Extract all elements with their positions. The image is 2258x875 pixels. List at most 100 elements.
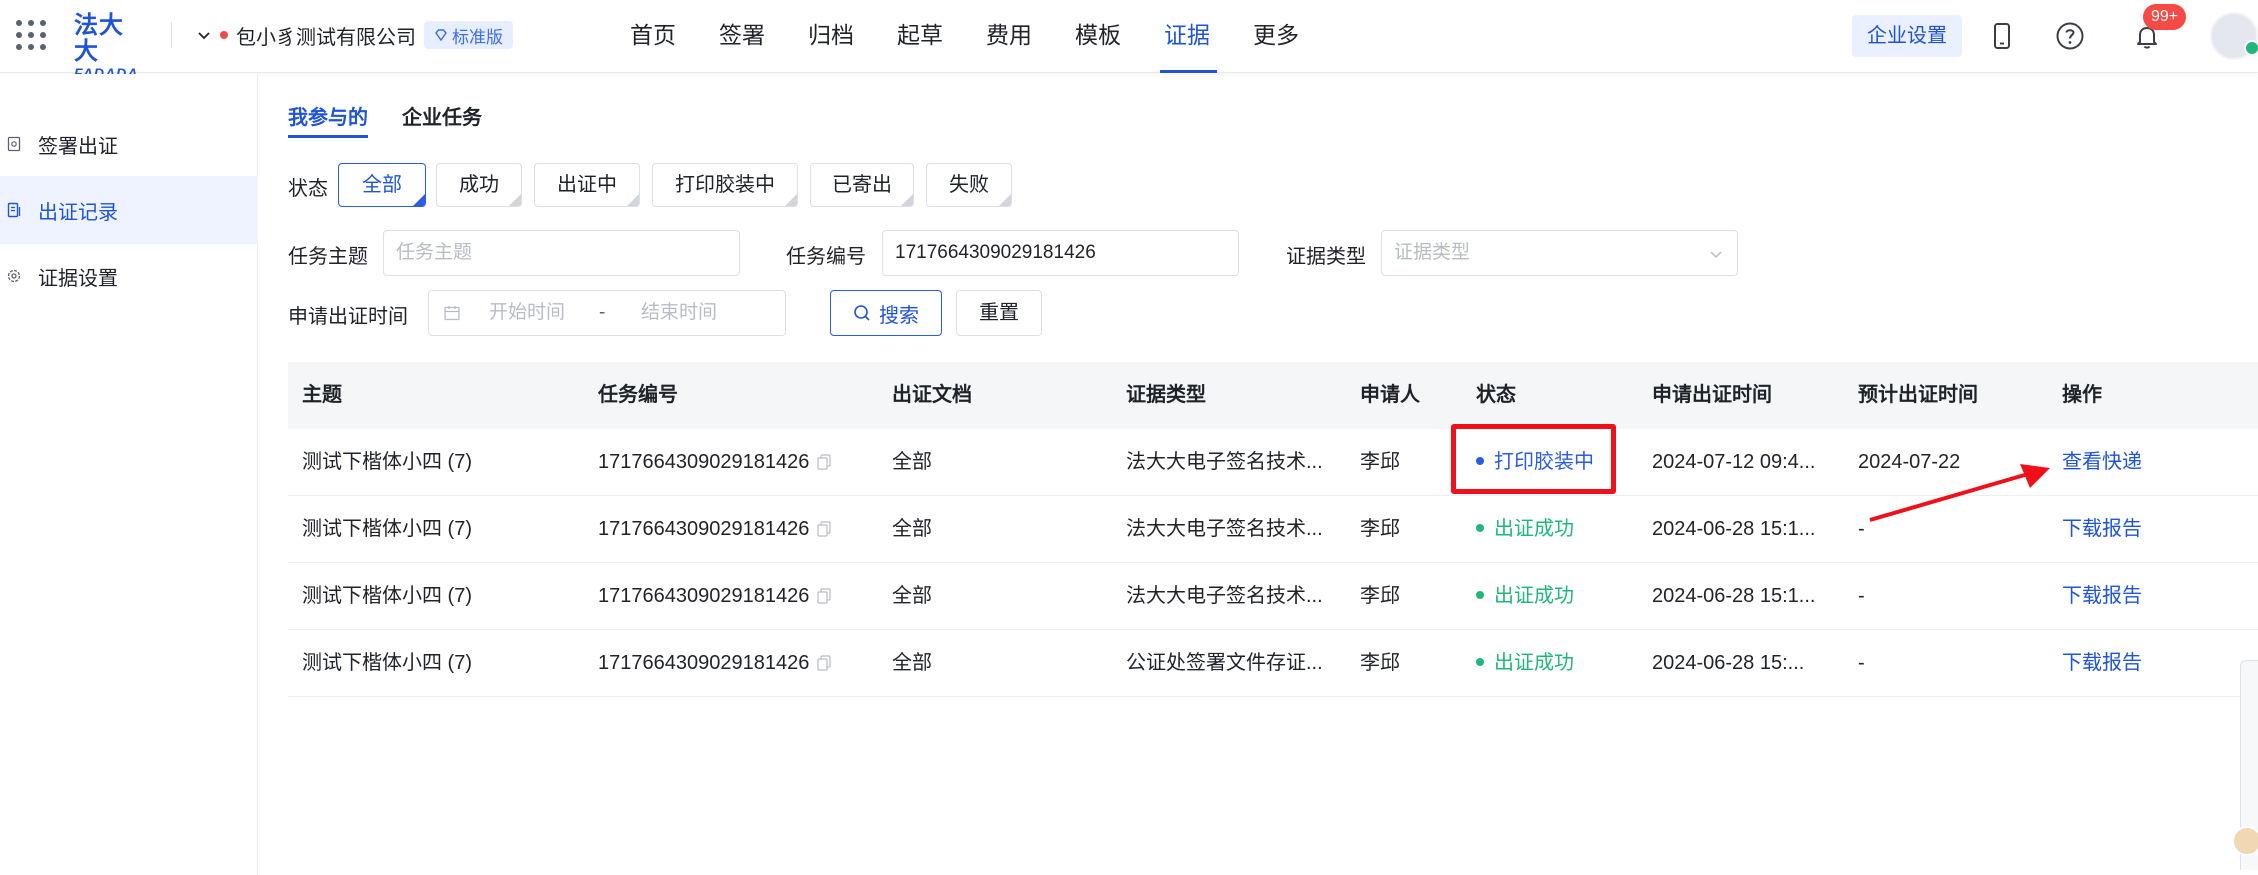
- cell-evidence-type: 法大大电子签名技术...: [1126, 451, 1323, 473]
- cell-applicant: 李邱: [1360, 518, 1400, 540]
- table-row: 测试下楷体小四 (7) 1717664309029181426 全部 公证处签署…: [288, 630, 2258, 697]
- nav-more[interactable]: 更多: [1233, 0, 1322, 73]
- status-text: 打印胶装中: [1494, 451, 1594, 473]
- status-option-success[interactable]: 成功: [436, 163, 522, 207]
- help-icon[interactable]: [2054, 20, 2086, 52]
- sign-cert-icon: [7, 136, 21, 152]
- apply-time-label: 申请出证时间: [288, 306, 408, 328]
- cell-expected-time: -: [1858, 518, 1865, 540]
- mobile-icon[interactable]: [1986, 20, 2018, 52]
- col-document: 出证文档: [892, 384, 972, 406]
- assistant-float-icon[interactable]: [2232, 826, 2258, 856]
- view-express-link[interactable]: 查看快递: [2062, 429, 2142, 495]
- cell-status: 出证成功: [1476, 630, 1574, 696]
- col-task-no: 任务编号: [598, 384, 678, 406]
- cell-document: 全部: [892, 518, 932, 540]
- cell-apply-time: 2024-06-28 15:1...: [1652, 585, 1816, 607]
- sidebar-item-label: 出证记录: [38, 201, 118, 224]
- app-grid-icon[interactable]: [16, 20, 46, 50]
- cell-applicant: 李邱: [1360, 652, 1400, 674]
- download-report-link[interactable]: 下载报告: [2062, 563, 2142, 629]
- status-option-shipped[interactable]: 已寄出: [810, 163, 914, 207]
- calendar-icon: [444, 306, 460, 321]
- copy-icon[interactable]: [817, 454, 831, 470]
- copy-icon[interactable]: [817, 588, 831, 604]
- enterprise-settings-button[interactable]: 企业设置: [1852, 15, 1962, 57]
- tab-participated[interactable]: 我参与的: [288, 96, 368, 142]
- cell-status: 出证成功: [1476, 563, 1574, 629]
- search-button[interactable]: 搜索: [830, 290, 942, 336]
- task-no-text: 1717664309029181426: [598, 652, 810, 674]
- reset-button[interactable]: 重置: [956, 290, 1042, 336]
- cell-status: 打印胶装中: [1476, 429, 1594, 495]
- status-dot: [1476, 524, 1484, 532]
- diamond-icon: [435, 29, 447, 42]
- verified-icon: [2244, 40, 2258, 56]
- col-actions: 操作: [2062, 384, 2102, 406]
- nav-home[interactable]: 首页: [610, 0, 699, 73]
- download-report-link[interactable]: 下载报告: [2062, 630, 2142, 696]
- copy-icon[interactable]: [817, 521, 831, 537]
- cell-subject: 测试下楷体小四 (7): [302, 585, 472, 607]
- col-evidence-type: 证据类型: [1126, 384, 1206, 406]
- col-apply-time: 申请出证时间: [1652, 384, 1772, 406]
- table-header: 主题 任务编号 出证文档 证据类型 申请人 状态 申请出证时间 预计出证时间 操…: [288, 362, 2258, 429]
- logo-text-cn: 法大大: [74, 12, 124, 65]
- copy-icon[interactable]: [817, 655, 831, 671]
- status-option-all[interactable]: 全部: [338, 163, 426, 207]
- chevron-down-icon: [1710, 251, 1722, 259]
- fadada-logo[interactable]: 法大大 FADADA: [74, 13, 148, 82]
- nav-templates[interactable]: 模板: [1055, 0, 1144, 73]
- col-expected-time: 预计出证时间: [1858, 384, 1978, 406]
- col-applicant: 申请人: [1360, 384, 1420, 406]
- status-option-failed[interactable]: 失败: [926, 163, 1012, 207]
- download-report-link[interactable]: 下载报告: [2062, 496, 2142, 562]
- nav-fees[interactable]: 费用: [966, 0, 1055, 73]
- sidebar: 签署出证 出证记录 证据设置: [0, 74, 258, 875]
- nav-sign[interactable]: 签署: [699, 0, 788, 73]
- status-dot: [1476, 591, 1484, 599]
- task-no-input[interactable]: 1717664309029181426: [882, 230, 1239, 276]
- sidebar-item-records[interactable]: 出证记录: [0, 176, 258, 244]
- tab-bar: 我参与的 企业任务: [288, 96, 482, 142]
- cell-apply-time: 2024-06-28 15:...: [1652, 652, 1805, 674]
- notification-badge: 99+: [2143, 4, 2187, 30]
- cell-expected-time: -: [1858, 652, 1865, 674]
- nav-draft[interactable]: 起草: [877, 0, 966, 73]
- table-row: 测试下楷体小四 (7) 1717664309029181426 全部 法大大电子…: [288, 429, 2258, 496]
- tab-enterprise-tasks[interactable]: 企业任务: [402, 96, 482, 142]
- unread-dot: [220, 31, 228, 39]
- end-time-input[interactable]: 结束时间: [641, 291, 717, 335]
- edition-label: 标准版: [452, 27, 503, 47]
- subject-input[interactable]: 任务主题: [383, 230, 740, 276]
- cell-task-no: 1717664309029181426: [598, 630, 831, 696]
- cell-evidence-type: 法大大电子签名技术...: [1126, 518, 1323, 540]
- status-option-binding[interactable]: 打印胶装中: [652, 163, 798, 207]
- start-time-input[interactable]: 开始时间: [489, 291, 565, 335]
- search-button-label: 搜索: [879, 304, 919, 327]
- company-name: 包小豸测试有限公司: [236, 26, 416, 49]
- cell-apply-time: 2024-07-12 09:4...: [1652, 451, 1816, 473]
- search-icon: [854, 305, 870, 321]
- task-no-text: 1717664309029181426: [598, 451, 810, 473]
- record-icon: [7, 202, 21, 218]
- sidebar-item-label: 证据设置: [38, 267, 118, 290]
- col-subject: 主题: [302, 384, 342, 406]
- cell-subject: 测试下楷体小四 (7): [302, 451, 472, 473]
- company-switcher[interactable]: 包小豸测试有限公司 标准版: [196, 18, 513, 52]
- cell-subject: 测试下楷体小四 (7): [302, 652, 472, 674]
- sidebar-item-sign-cert[interactable]: 签署出证: [0, 110, 258, 178]
- cell-document: 全部: [892, 585, 932, 607]
- nav-evidence[interactable]: 证据: [1144, 0, 1233, 73]
- status-filter-label: 状态: [288, 178, 328, 200]
- cell-applicant: 李邱: [1360, 451, 1400, 473]
- evidence-type-select[interactable]: 证据类型: [1381, 230, 1738, 276]
- cell-evidence-type: 公证处签署文件存证...: [1126, 652, 1323, 674]
- task-no-label: 任务编号: [786, 246, 866, 268]
- nav-archive[interactable]: 归档: [788, 0, 877, 73]
- sidebar-item-evidence-settings[interactable]: 证据设置: [0, 242, 258, 310]
- date-range-picker[interactable]: 开始时间 - 结束时间: [428, 290, 786, 336]
- status-option-issuing[interactable]: 出证中: [534, 163, 640, 207]
- cell-expected-time: -: [1858, 585, 1865, 607]
- cell-applicant: 李邱: [1360, 585, 1400, 607]
